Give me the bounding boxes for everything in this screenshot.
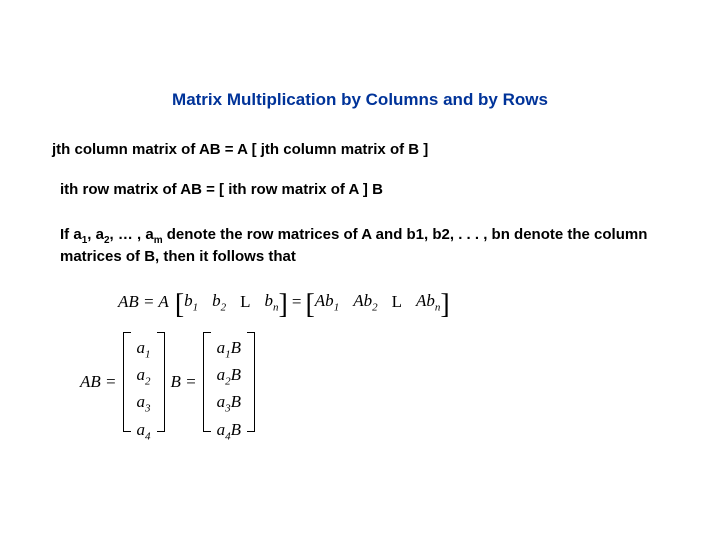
a3: a3: [137, 390, 151, 417]
rule-column: jth column matrix of AB = A [ jth column…: [52, 140, 680, 160]
eq1-b2: b2: [212, 291, 226, 313]
a4B: a4B: [217, 418, 241, 445]
slide: Matrix Multiplication by Columns and by …: [0, 0, 720, 540]
a4: a4: [137, 418, 151, 445]
matrix-a-col: a1 a2 a3 a4: [131, 332, 157, 432]
rule-row: ith row matrix of AB = [ ith row matrix …: [60, 180, 680, 200]
para-text: , … , a: [110, 226, 154, 243]
slide-body: jth column matrix of AB = A [ jth column…: [0, 140, 720, 432]
eq2-lhs: AB =: [80, 372, 117, 392]
a3B: a3B: [217, 390, 241, 417]
bracket-right: [247, 332, 255, 432]
bracket-right: [157, 332, 165, 432]
a2B: a2B: [217, 363, 241, 390]
eq1-ellipsis2: L: [392, 292, 402, 312]
para-text: If a: [60, 226, 82, 243]
eq1-lhs: AB = A: [118, 292, 169, 312]
matrix-ab: a1B a2B a3B a4B: [203, 332, 255, 432]
eq1-ellipsis: L: [240, 292, 250, 312]
eq1-bn: bn: [265, 291, 279, 313]
bracket-left: [123, 332, 131, 432]
eq1-ab1: Ab1: [315, 291, 339, 313]
bracket-left: [203, 332, 211, 432]
slide-title: Matrix Multiplication by Columns and by …: [0, 0, 720, 140]
eq1-abn: Abn: [416, 291, 440, 313]
equation-columns: AB = A [ b1 b2 L bn ] = [ Ab1 Ab2 L Abn …: [118, 291, 680, 313]
a1: a1: [137, 336, 151, 363]
eq1-b1: b1: [184, 291, 198, 313]
para-sub: m: [154, 235, 163, 246]
eq1-ab2: Ab2: [353, 291, 377, 313]
eq1-equals: =: [292, 292, 302, 312]
a2: a2: [137, 363, 151, 390]
matrix-ab-col: a1B a2B a3B a4B: [211, 332, 247, 432]
explanation-paragraph: If a1, a2, … , am denote the row matrice…: [60, 225, 680, 268]
equation-rows: AB = a1 a2 a3 a4 B = a1B a2B a3B a4B: [80, 332, 680, 432]
matrix-a: a1 a2 a3 a4: [123, 332, 165, 432]
a1B: a1B: [217, 336, 241, 363]
eq2-B: B =: [171, 372, 197, 392]
para-text: , a: [87, 226, 104, 243]
